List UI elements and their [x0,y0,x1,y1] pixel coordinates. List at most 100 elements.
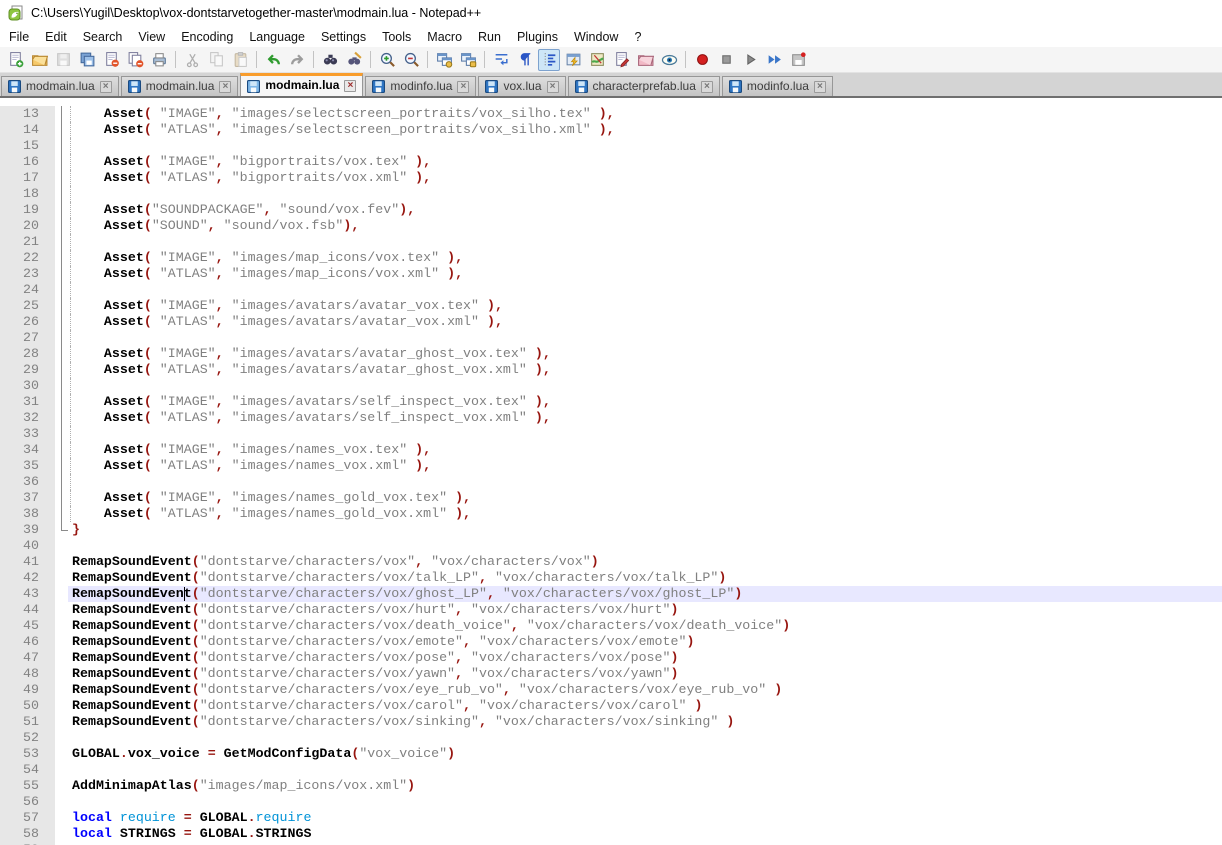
play-macro-button[interactable] [739,49,761,71]
code-line-31[interactable]: 31 Asset( "IMAGE", "images/avatars/self_… [0,394,1222,410]
fold-margin[interactable] [55,378,68,394]
fold-margin[interactable] [55,122,68,138]
code-line-29[interactable]: 29 Asset( "ATLAS", "images/avatars/avata… [0,362,1222,378]
fold-margin[interactable] [55,410,68,426]
fold-margin[interactable] [55,490,68,506]
fold-margin[interactable] [55,602,68,618]
tab-close-icon[interactable]: × [344,80,356,92]
word-wrap-button[interactable] [490,49,512,71]
fold-margin[interactable] [55,666,68,682]
code-text[interactable]: Asset( "ATLAS", "images/avatars/self_ins… [68,410,1222,426]
print-button[interactable] [148,49,170,71]
fold-margin[interactable] [55,506,68,522]
code-text[interactable]: RemapSoundEvent("dontstarve/characters/v… [68,682,1222,698]
code-text[interactable]: GLOBAL.vox_voice = GetModConfigData("vox… [68,746,1222,762]
edit-document-button[interactable] [610,49,632,71]
fold-margin[interactable] [55,826,68,842]
code-line-49[interactable]: 49RemapSoundEvent("dontstarve/characters… [0,682,1222,698]
fold-margin[interactable] [55,394,68,410]
fold-margin[interactable] [55,810,68,826]
code-text[interactable]: RemapSoundEvent("dontstarve/characters/v… [68,618,1222,634]
fold-margin[interactable] [55,250,68,266]
code-line-41[interactable]: 41RemapSoundEvent("dontstarve/characters… [0,554,1222,570]
code-line-19[interactable]: 19 Asset("SOUNDPACKAGE", "sound/vox.fev"… [0,202,1222,218]
fold-margin[interactable] [55,106,68,122]
fold-margin[interactable] [55,298,68,314]
code-text[interactable] [68,794,1222,810]
paste-button[interactable] [229,49,251,71]
code-line-17[interactable]: 17 Asset( "ATLAS", "bigportraits/vox.xml… [0,170,1222,186]
code-text[interactable] [68,282,1222,298]
zoom-in-button[interactable] [376,49,398,71]
fold-margin[interactable] [55,218,68,234]
code-line-28[interactable]: 28 Asset( "IMAGE", "images/avatars/avata… [0,346,1222,362]
fold-margin[interactable] [55,570,68,586]
folder-as-workspace-button[interactable] [634,49,656,71]
code-line-23[interactable]: 23 Asset( "ATLAS", "images/map_icons/vox… [0,266,1222,282]
code-line-33[interactable]: 33 [0,426,1222,442]
tab-characterprefab-lua[interactable]: characterprefab.lua× [568,76,720,96]
open-file-button[interactable] [28,49,50,71]
fold-margin[interactable] [55,538,68,554]
code-text[interactable]: local STRINGS = GLOBAL.STRINGS [68,826,1222,842]
code-line-16[interactable]: 16 Asset( "IMAGE", "bigportraits/vox.tex… [0,154,1222,170]
fold-margin[interactable] [55,202,68,218]
code-text[interactable] [68,186,1222,202]
code-text[interactable]: RemapSoundEvent("dontstarve/characters/v… [68,666,1222,682]
code-text[interactable] [68,730,1222,746]
fold-margin[interactable] [55,794,68,810]
menu-item-encoding[interactable]: Encoding [173,28,241,46]
stop-macro-button[interactable] [715,49,737,71]
code-line-30[interactable]: 30 [0,378,1222,394]
code-text[interactable]: local require = GLOBAL.require [68,810,1222,826]
code-text[interactable] [68,474,1222,490]
code-text[interactable] [68,762,1222,778]
code-line-32[interactable]: 32 Asset( "ATLAS", "images/avatars/self_… [0,410,1222,426]
code-line-40[interactable]: 40 [0,538,1222,554]
fold-margin[interactable] [55,154,68,170]
code-line-51[interactable]: 51RemapSoundEvent("dontstarve/characters… [0,714,1222,730]
fold-margin[interactable] [55,458,68,474]
code-line-43[interactable]: 43RemapSoundEvent("dontstarve/characters… [0,586,1222,602]
tab-close-icon[interactable]: × [701,81,713,93]
code-text[interactable]: RemapSoundEvent("dontstarve/characters/v… [68,698,1222,714]
tab-close-icon[interactable]: × [219,81,231,93]
code-line-57[interactable]: 57local require = GLOBAL.require [0,810,1222,826]
code-text[interactable]: Asset( "ATLAS", "bigportraits/vox.xml" )… [68,170,1222,186]
menu-item-tools[interactable]: Tools [374,28,419,46]
code-line-52[interactable]: 52 [0,730,1222,746]
code-text[interactable]: Asset( "ATLAS", "images/avatars/avatar_g… [68,362,1222,378]
code-text[interactable]: Asset( "IMAGE", "images/avatars/avatar_g… [68,346,1222,362]
show-indent-guide-button[interactable] [538,49,560,71]
code-editor[interactable]: 13 Asset( "IMAGE", "images/selectscreen_… [0,98,1222,844]
fold-margin[interactable] [55,330,68,346]
code-line-22[interactable]: 22 Asset( "IMAGE", "images/map_icons/vox… [0,250,1222,266]
record-macro-button[interactable] [691,49,713,71]
save-all-button[interactable] [76,49,98,71]
code-text[interactable]: Asset( "IMAGE", "images/selectscreen_por… [68,106,1222,122]
tab-close-icon[interactable]: × [457,81,469,93]
show-all-characters-button[interactable] [514,49,536,71]
fold-margin[interactable] [55,362,68,378]
fold-margin[interactable] [55,170,68,186]
code-text[interactable]: RemapSoundEvent("dontstarve/characters/v… [68,586,1222,602]
fold-margin[interactable] [55,554,68,570]
code-line-20[interactable]: 20 Asset("SOUND", "sound/vox.fsb"), [0,218,1222,234]
code-line-45[interactable]: 45RemapSoundEvent("dontstarve/characters… [0,618,1222,634]
save-button[interactable] [52,49,74,71]
tab-modmain-lua-active[interactable]: modmain.lua× [240,73,363,96]
function-list-button[interactable] [562,49,584,71]
fold-margin[interactable] [55,426,68,442]
tab-modinfo-lua[interactable]: modinfo.lua× [722,76,833,96]
fold-margin[interactable] [55,746,68,762]
code-line-38[interactable]: 38 Asset( "ATLAS", "images/names_gold_vo… [0,506,1222,522]
menu-item-search[interactable]: Search [75,28,131,46]
code-text[interactable]: RemapSoundEvent("dontstarve/characters/v… [68,650,1222,666]
code-text[interactable]: Asset( "IMAGE", "images/avatars/self_ins… [68,394,1222,410]
menu-item-run[interactable]: Run [470,28,509,46]
code-line-55[interactable]: 55AddMinimapAtlas("images/map_icons/vox.… [0,778,1222,794]
fold-margin[interactable] [55,314,68,330]
menu-item-language[interactable]: Language [241,28,313,46]
code-text[interactable] [68,538,1222,554]
code-text[interactable]: RemapSoundEvent("dontstarve/characters/v… [68,554,1222,570]
